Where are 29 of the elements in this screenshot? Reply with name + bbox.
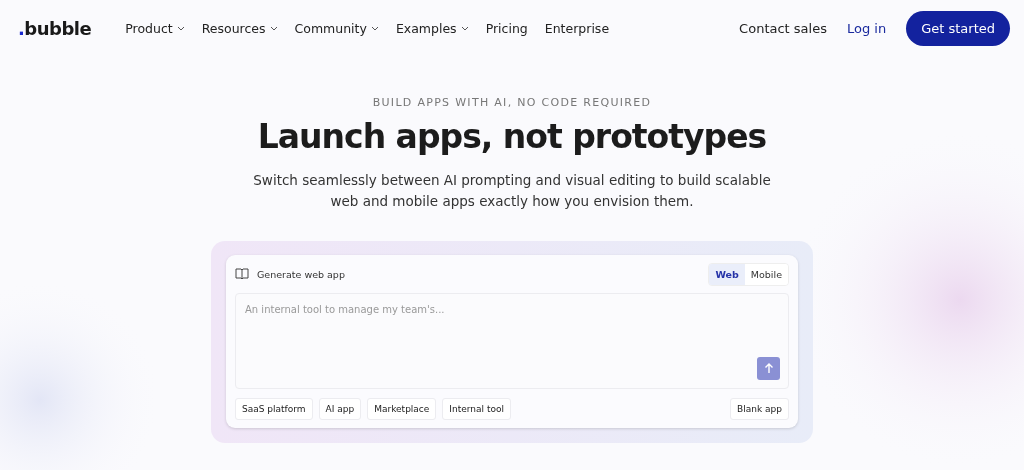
blank-app-button[interactable]: Blank app	[730, 398, 789, 420]
chevron-down-icon	[370, 25, 379, 31]
suggestion-chip[interactable]: Marketplace	[367, 398, 437, 420]
hero-subtitle: Switch seamlessly between AI prompting and visual editing to build scalable web and mobile apps exactly how you envision them.	[252, 171, 772, 211]
generator-label: Generate web app	[257, 268, 345, 280]
nav-link[interactable]: Enterprise	[544, 20, 610, 36]
logo[interactable]: .bubble	[18, 17, 92, 39]
hero-title: Launch apps, not prototypes	[257, 117, 767, 156]
book-icon	[235, 268, 249, 280]
mode-tab[interactable]: Web	[709, 263, 745, 285]
contact-sales-link[interactable]: Contact sales	[739, 20, 827, 36]
nav-link[interactable]: Examples	[395, 20, 469, 36]
chevron-down-icon	[460, 25, 469, 31]
prompt-field[interactable]: An internal tool to manage my team's...	[235, 293, 789, 389]
login-link[interactable]: Log in	[846, 20, 887, 36]
chevron-down-icon	[269, 25, 278, 31]
nav-link[interactable]: Pricing	[485, 20, 528, 36]
send-button[interactable]	[757, 357, 780, 380]
chevron-down-icon	[176, 25, 185, 31]
mode-tab[interactable]: Mobile	[744, 263, 788, 285]
get-started-button[interactable]: Get started	[906, 10, 1010, 46]
suggestion-chip[interactable]: Internal tool	[442, 398, 511, 420]
nav-link[interactable]: Resources	[201, 20, 278, 36]
arrow-up-icon	[763, 363, 774, 374]
suggestion-chip[interactable]: AI app	[318, 398, 362, 420]
suggestion-chip[interactable]: SaaS platform	[235, 398, 313, 420]
nav-link[interactable]: Community	[294, 20, 379, 36]
nav-link[interactable]: Product	[125, 20, 185, 36]
eyebrow-text: BUILD APPS WITH AI, NO CODE REQUIRED	[372, 96, 652, 109]
